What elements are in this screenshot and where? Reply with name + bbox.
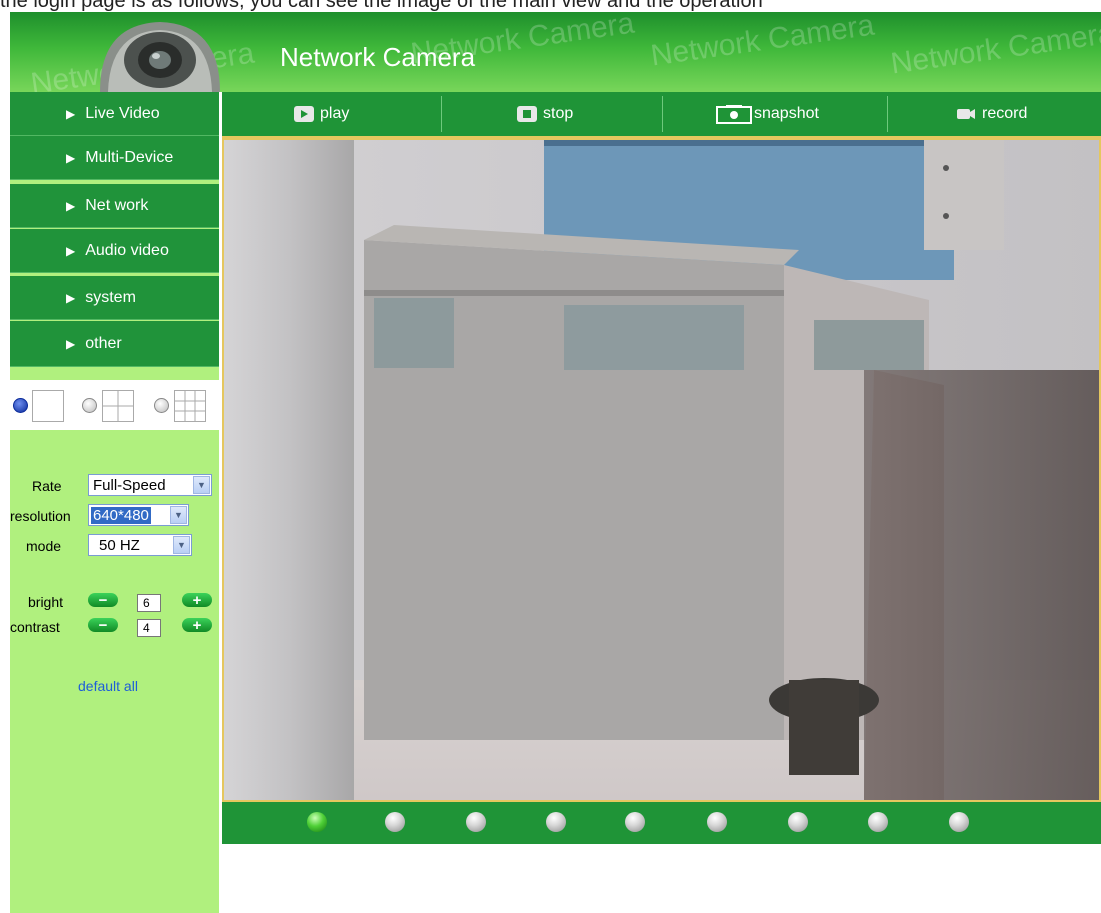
stop-label: stop (543, 105, 574, 122)
bright-label: bright (28, 594, 64, 610)
toolbar-divider (441, 96, 442, 132)
play-button[interactable]: play (294, 92, 349, 136)
toolbar-divider (887, 96, 888, 132)
channel-dot-1[interactable] (307, 812, 327, 832)
chevron-down-icon: ▼ (193, 476, 210, 494)
mode-select-value: 50 HZ (99, 536, 140, 554)
video-camera-icon (957, 109, 975, 119)
chevron-down-icon: ▼ (173, 536, 190, 554)
default-all-link[interactable]: default all (78, 678, 138, 694)
stop-button[interactable]: stop (517, 92, 573, 136)
record-button[interactable]: record (956, 92, 1027, 136)
sidebar: ▶ Live Video ▶ Multi-Device ▶ Net work ▶… (10, 92, 219, 913)
page-title: Network Camera (280, 42, 476, 72)
triangle-right-icon: ▶ (66, 106, 76, 121)
sidebar-item-label: other (85, 334, 122, 352)
contrast-decrease-button[interactable]: − (88, 616, 118, 634)
rate-select[interactable]: Full-Speed ▼ (88, 474, 212, 496)
mode-select[interactable]: 50 HZ ▼ (88, 534, 192, 556)
sidebar-item-label: Live Video (85, 104, 160, 122)
channel-dot-9[interactable] (949, 812, 969, 832)
channel-dot-4[interactable] (546, 812, 566, 832)
video-toolbar: play stop snapshot record (222, 92, 1101, 138)
sidebar-item-label: Multi-Device (85, 148, 174, 166)
sidebar-item-label: system (85, 288, 136, 306)
bright-increase-button[interactable]: + (182, 591, 212, 609)
single-view-icon[interactable] (32, 390, 64, 422)
channel-bar (222, 802, 1101, 844)
sidebar-item-network[interactable]: ▶ Net work (10, 184, 219, 228)
snapshot-button[interactable]: snapshot (716, 92, 819, 136)
stop-icon (517, 106, 537, 122)
play-label: play (320, 105, 350, 122)
triangle-right-icon: ▶ (66, 243, 76, 258)
plus-icon: + (192, 616, 202, 634)
top-caption-text: the login page is as follows, you can se… (0, 0, 763, 12)
camera-feed-image (224, 140, 1099, 800)
record-label: record (982, 105, 1028, 122)
bright-decrease-button[interactable]: − (88, 591, 118, 609)
contrast-label: contrast (10, 619, 60, 635)
nine-view-icon[interactable] (174, 390, 206, 422)
triangle-right-icon: ▶ (66, 290, 76, 305)
contrast-value-field[interactable]: 4 (137, 619, 161, 637)
layout-radio-nine[interactable] (154, 398, 169, 413)
rate-label: Rate (32, 478, 62, 494)
toolbar-divider (662, 96, 663, 132)
app-header: Network Camera Network Camera Network Ca… (10, 12, 1101, 92)
resolution-select-value: 640*480 (91, 506, 151, 524)
rate-select-value: Full-Speed (93, 476, 166, 494)
header-watermark: Network Camera (888, 16, 1101, 81)
header-watermark: Network Camera (648, 12, 877, 73)
triangle-right-icon: ▶ (66, 150, 76, 165)
live-video-view[interactable] (222, 138, 1101, 802)
layout-radio-quad[interactable] (82, 398, 97, 413)
triangle-right-icon: ▶ (66, 336, 76, 351)
play-icon (294, 106, 314, 122)
layout-radio-single[interactable] (13, 398, 28, 413)
camera-logo-icon (100, 22, 220, 92)
mode-label: mode (26, 538, 62, 554)
channel-dot-8[interactable] (868, 812, 888, 832)
sidebar-item-audio-video[interactable]: ▶ Audio video (10, 229, 219, 273)
snapshot-label: snapshot (754, 105, 819, 122)
sidebar-item-multi-device[interactable]: ▶ Multi-Device (10, 136, 219, 180)
sidebar-item-label: Audio video (85, 241, 169, 259)
triangle-right-icon: ▶ (66, 198, 76, 213)
resolution-label: resolution (10, 508, 71, 524)
sidebar-item-label: Net work (85, 196, 149, 214)
contrast-increase-button[interactable]: + (182, 616, 212, 634)
channel-dot-5[interactable] (625, 812, 645, 832)
sidebar-item-system[interactable]: ▶ system (10, 276, 219, 320)
top-caption-strip: the login page is as follows, you can se… (0, 0, 1101, 12)
channel-dot-6[interactable] (707, 812, 727, 832)
sidebar-item-live-video[interactable]: ▶ Live Video (10, 92, 219, 136)
minus-icon: − (98, 591, 108, 609)
snapshot-icon (716, 105, 752, 124)
view-layout-selector (10, 380, 219, 430)
resolution-select[interactable]: 640*480 ▼ (88, 504, 189, 526)
quad-view-icon[interactable] (102, 390, 134, 422)
bright-value-field[interactable]: 6 (137, 594, 161, 612)
sidebar-item-other[interactable]: ▶ other (10, 321, 219, 367)
channel-dot-7[interactable] (788, 812, 808, 832)
minus-icon: − (98, 616, 108, 634)
plus-icon: + (192, 591, 202, 609)
channel-dot-2[interactable] (385, 812, 405, 832)
channel-dot-3[interactable] (466, 812, 486, 832)
chevron-down-icon: ▼ (170, 506, 187, 524)
